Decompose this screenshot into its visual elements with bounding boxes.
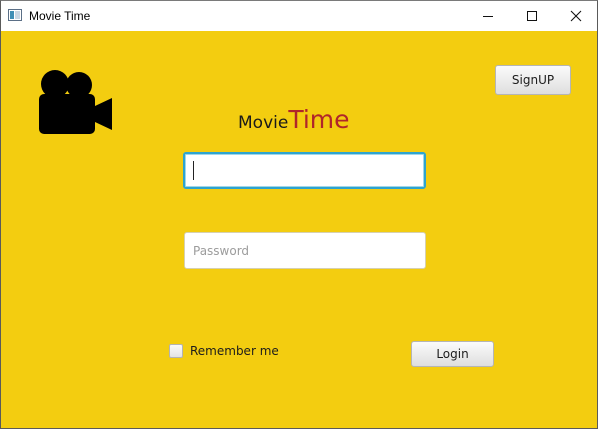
window-title: Movie Time: [29, 9, 91, 23]
maximize-button[interactable]: [509, 1, 555, 31]
main-panel: MovieTime SignUP Remember me Login: [1, 31, 597, 428]
app-window: Movie Time MovieTime SignUP Remember me …: [0, 0, 598, 429]
password-input[interactable]: [184, 232, 426, 269]
app-window-icon: [8, 9, 22, 21]
title-bar: Movie Time: [1, 1, 597, 31]
remember-me-option[interactable]: Remember me: [169, 344, 279, 358]
signup-button[interactable]: SignUP: [495, 65, 571, 95]
remember-me-checkbox[interactable]: [169, 344, 183, 358]
login-button[interactable]: Login: [411, 341, 494, 367]
logo-movie-text: Movie: [238, 113, 289, 133]
minimize-icon: [483, 16, 493, 17]
text-caret: [193, 161, 194, 180]
maximize-icon: [527, 11, 537, 21]
close-icon: [570, 10, 582, 22]
remember-me-label[interactable]: Remember me: [190, 344, 279, 358]
username-input[interactable]: [183, 152, 426, 189]
logo-time-text: Time: [288, 105, 350, 134]
app-logo-text: MovieTime: [238, 107, 350, 132]
minimize-button[interactable]: [465, 1, 511, 31]
close-button[interactable]: [553, 1, 598, 31]
video-camera-icon: [39, 70, 112, 134]
